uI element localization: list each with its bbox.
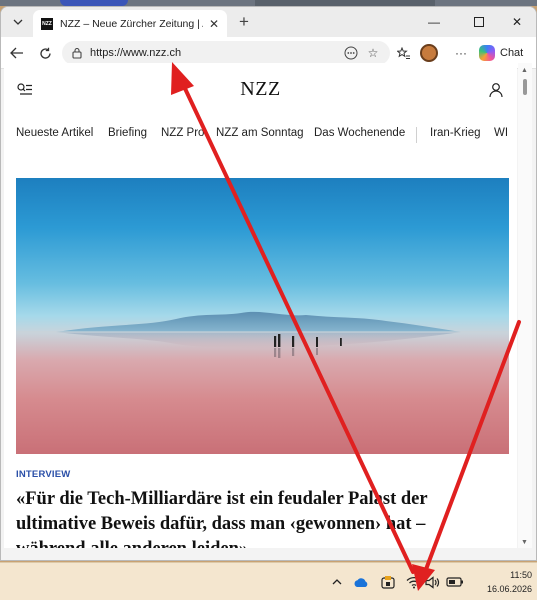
article-kicker[interactable]: INTERVIEW (16, 469, 70, 480)
nav-item-more[interactable]: WI (494, 127, 508, 139)
user-icon[interactable] (488, 82, 504, 98)
nzz-logo[interactable]: NZZ (4, 78, 517, 101)
security-icon[interactable] (379, 573, 397, 591)
copilot-label: Chat (500, 47, 524, 59)
tab-title: NZZ – Neue Zürcher Zeitung | Akt (60, 17, 203, 30)
maximize-icon[interactable] (459, 11, 499, 33)
wifi-icon[interactable] (405, 573, 423, 591)
plus-icon[interactable]: + (234, 12, 254, 32)
copilot-chat-button[interactable]: Chat (475, 42, 529, 64)
tab-strip: NZZ NZZ – Neue Zürcher Zeitung | Akt ✕ +… (1, 7, 536, 37)
lock-icon[interactable] (70, 46, 84, 60)
chevron-up-icon[interactable] (328, 573, 346, 591)
nav-item-iran-krieg[interactable]: Iran-Krieg (430, 127, 481, 139)
star-icon[interactable]: ☆ (364, 44, 382, 62)
scroll-down-icon[interactable]: ▼ (521, 539, 528, 546)
onedrive-cloud-icon[interactable] (352, 573, 370, 591)
nav-item-briefing[interactable]: Briefing (108, 127, 147, 139)
section-nav: Neueste Artikel Briefing NZZ Pro NZZ am … (16, 127, 517, 147)
ellipsis-icon[interactable]: ··· (451, 43, 471, 63)
nav-divider (416, 127, 417, 143)
back-arrow-icon[interactable] (7, 43, 27, 63)
volume-icon[interactable] (424, 573, 442, 591)
minimize-icon[interactable]: — (414, 11, 454, 33)
close-icon[interactable]: ✕ (497, 11, 536, 33)
article-headline[interactable]: «Für die Tech-Milliardäre ist ein feudal… (16, 487, 466, 548)
tab-nzz[interactable]: NZZ NZZ – Neue Zürcher Zeitung | Akt ✕ (33, 10, 227, 37)
copilot-icon (479, 45, 495, 61)
more-icon[interactable] (342, 44, 360, 62)
web-page: NZZ Neueste Artikel Briefing NZZ Pro NZZ… (4, 63, 517, 548)
nav-item-nzz-am-sonntag[interactable]: NZZ am Sonntag (216, 127, 304, 139)
nav-item-das-wochenende[interactable]: Das Wochenende (314, 127, 405, 139)
page-scrollbar[interactable]: ▲ ▼ (518, 63, 532, 548)
taskbar-clock[interactable]: 11:50 16.06.2026 (472, 568, 532, 596)
favorites-icon[interactable] (394, 43, 414, 63)
chevron-down-icon[interactable] (7, 11, 29, 33)
clock-time: 11:50 (510, 570, 532, 580)
address-bar[interactable]: https://www.nzz.ch ☆ (62, 41, 390, 65)
reload-icon[interactable] (35, 43, 55, 63)
scroll-up-icon[interactable]: ▲ (521, 67, 528, 74)
nav-item-nzz-pro[interactable]: NZZ Pro (161, 127, 204, 139)
nzz-favicon-icon: NZZ (41, 17, 53, 30)
battery-icon[interactable] (446, 573, 464, 591)
avatar[interactable] (420, 44, 438, 62)
close-icon[interactable]: ✕ (207, 17, 221, 31)
scroll-thumb[interactable] (523, 79, 527, 95)
nav-item-neueste-artikel[interactable]: Neueste Artikel (16, 127, 93, 139)
clock-date: 16.06.2026 (486, 584, 532, 594)
url-text[interactable]: https://www.nzz.ch (90, 47, 338, 59)
hero-image[interactable] (16, 178, 509, 454)
taskbar: 11:50 16.06.2026 (0, 562, 537, 600)
